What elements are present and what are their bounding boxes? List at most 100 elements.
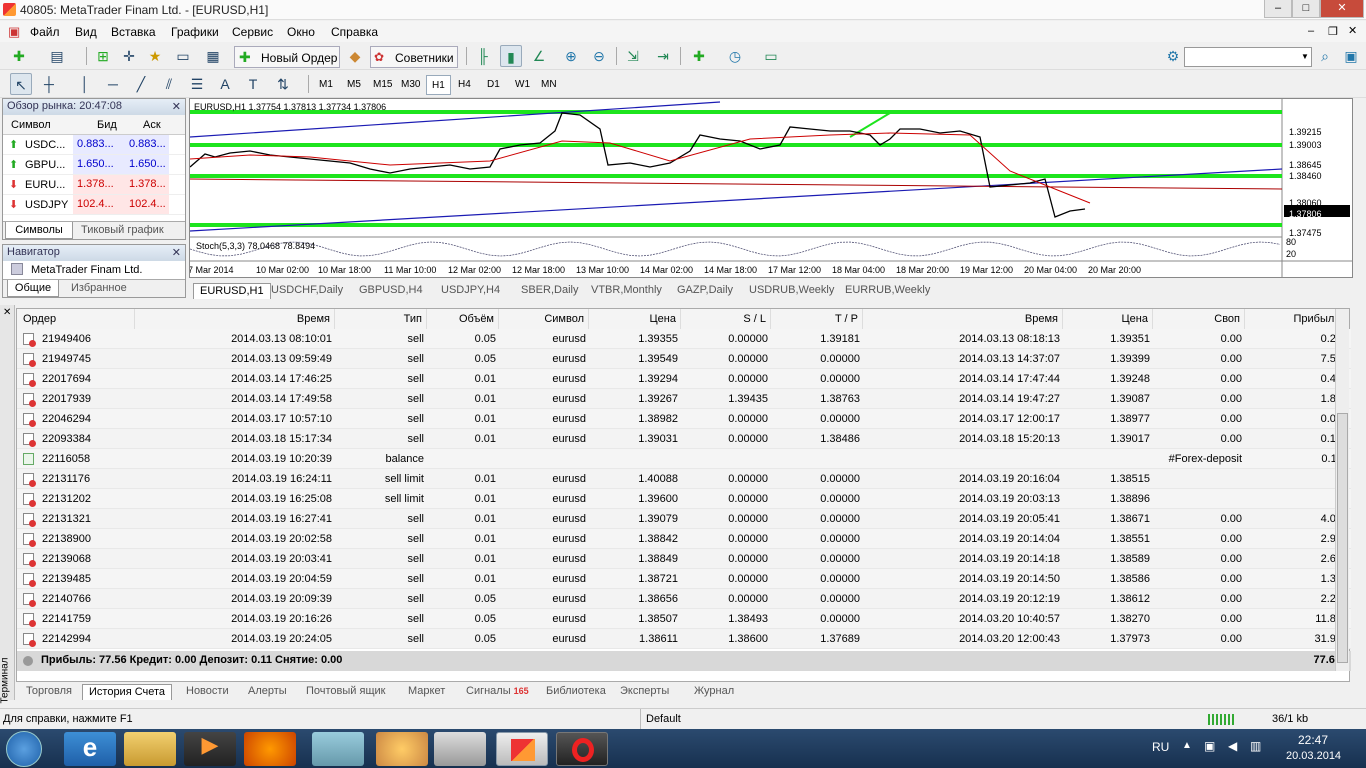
chart-tab[interactable]: USDRUB,Weekly: [743, 283, 840, 299]
terminal-tab[interactable]: Новости: [180, 684, 235, 700]
profiles-icon[interactable]: ▤: [46, 45, 68, 67]
table-row[interactable]: 22138900 2014.03.19 20:02:58 sell 0.01 eurus…: [17, 529, 1351, 549]
firefox-icon[interactable]: [244, 732, 296, 766]
market-watch-row[interactable]: ⬇ EURU... 1.378... 1.378...: [3, 175, 185, 195]
bar-chart-icon[interactable]: ╟: [472, 45, 494, 67]
chart-tab[interactable]: VTBR,Monthly: [585, 283, 668, 299]
zoom-in-icon[interactable]: ⊕: [560, 45, 582, 67]
history-col-header[interactable]: Своп: [1153, 309, 1245, 329]
ie-icon[interactable]: e: [64, 732, 116, 766]
close-icon[interactable]: ✕: [172, 246, 181, 261]
advisors-button[interactable]: ✿ Советники: [370, 46, 458, 68]
indicators-icon[interactable]: ✚: [688, 45, 710, 67]
chart-window[interactable]: 1.39215 1.39003 1.38645 1.38460 1.38060 1.378…: [189, 98, 1353, 278]
fibo-icon[interactable]: ☰: [186, 73, 208, 95]
tf-d1[interactable]: D1: [482, 75, 505, 95]
tester-icon[interactable]: ▦: [202, 45, 224, 67]
tab-general[interactable]: Общие: [7, 280, 59, 297]
chart-tab[interactable]: SBER,Daily: [515, 283, 584, 299]
tf-m30[interactable]: M30: [396, 75, 425, 95]
mdi-minimize[interactable]: –: [1308, 25, 1314, 37]
tab-symbols[interactable]: Символы: [5, 222, 73, 239]
zoom-out-icon[interactable]: ⊖: [588, 45, 610, 67]
table-row[interactable]: 22017939 2014.03.14 17:49:58 sell 0.01 eurus…: [17, 389, 1351, 409]
new-chart-icon[interactable]: ✚: [8, 45, 30, 67]
menu-tools[interactable]: Сервис: [232, 25, 273, 39]
col-bid[interactable]: Бид: [97, 119, 117, 131]
line-chart-icon[interactable]: ∠: [528, 45, 550, 67]
tab-tick-chart[interactable]: Тиковый график: [81, 224, 164, 236]
table-row[interactable]: 22140766 2014.03.19 20:09:39 sell 0.05 eurus…: [17, 589, 1351, 609]
history-col-header[interactable]: Время: [863, 309, 1063, 329]
menu-file[interactable]: Файл: [30, 25, 60, 39]
media-player-icon[interactable]: ▶: [184, 732, 236, 766]
history-col-header[interactable]: Символ: [499, 309, 589, 329]
navigator-icon[interactable]: ★: [144, 45, 166, 67]
market-watch-row[interactable]: ⬇ USDJPY 102.4... 102.4...: [3, 195, 185, 215]
history-col-header[interactable]: Цена: [589, 309, 681, 329]
new-order-button[interactable]: ✚ Новый Ордер: [234, 46, 340, 68]
tf-m5[interactable]: M5: [342, 75, 366, 95]
tray-volume-icon[interactable]: ◀: [1228, 739, 1237, 753]
chart-tab[interactable]: GBPUSD,H4: [353, 283, 429, 299]
chart-tab[interactable]: USDCHF,Daily: [265, 283, 349, 299]
paint-icon[interactable]: [376, 732, 428, 766]
tray-device-icon[interactable]: ▣: [1204, 739, 1215, 753]
terminal-tab[interactable]: Журнал: [688, 684, 740, 700]
trendline-icon[interactable]: ╱: [130, 73, 152, 95]
autoscroll-icon[interactable]: ⇲: [622, 45, 644, 67]
minimize-button[interactable]: –: [1264, 0, 1292, 18]
cursor-icon[interactable]: ↖: [10, 73, 32, 95]
table-row[interactable]: 22093384 2014.03.18 15:17:34 sell 0.01 eurus…: [17, 429, 1351, 449]
history-col-header[interactable]: Ордер: [17, 309, 135, 329]
history-col-header[interactable]: T / P: [771, 309, 863, 329]
data-window-icon[interactable]: ✛: [118, 45, 140, 67]
market-watch-row[interactable]: ⬆ USDC... 0.883... 0.883...: [3, 135, 185, 155]
terminal-tab[interactable]: Библиотека: [540, 684, 612, 700]
table-row[interactable]: 22116058 2014.03.19 10:20:39 balance #Forex…: [17, 449, 1351, 469]
channel-icon[interactable]: ⫽: [158, 73, 180, 95]
table-row[interactable]: 22141759 2014.03.19 20:16:26 sell 0.05 eurus…: [17, 609, 1351, 629]
terminal-tab[interactable]: История Счета: [82, 684, 173, 700]
terminal-tab[interactable]: Сигналы 165: [460, 684, 535, 700]
close-icon[interactable]: ✕: [3, 307, 11, 318]
table-row[interactable]: 22142994 2014.03.19 20:24:05 sell 0.05 eurus…: [17, 629, 1351, 649]
table-row[interactable]: 22017694 2014.03.14 17:46:25 sell 0.01 eurus…: [17, 369, 1351, 389]
scrollbar-thumb[interactable]: [1337, 413, 1348, 663]
chart-tab[interactable]: EURRUB,Weekly: [839, 283, 936, 299]
chevron-down-icon[interactable]: ▼: [1298, 47, 1312, 67]
close-icon[interactable]: ✕: [172, 100, 181, 115]
menu-help[interactable]: Справка: [331, 25, 378, 39]
search-icon[interactable]: ⌕: [1314, 45, 1336, 67]
horizontal-line-icon[interactable]: ─: [102, 73, 124, 95]
arrows-icon[interactable]: ⇅: [272, 73, 294, 95]
table-row[interactable]: 21949406 2014.03.13 08:10:01 sell 0.05 eurus…: [17, 329, 1351, 349]
terminal-icon[interactable]: ▭: [172, 45, 194, 67]
clock-date[interactable]: 20.03.2014: [1286, 750, 1341, 762]
terminal-tab[interactable]: Маркет: [402, 684, 451, 700]
history-col-header[interactable]: Цена: [1063, 309, 1153, 329]
table-row[interactable]: 22131176 2014.03.19 16:24:11 sell limit 0.0…: [17, 469, 1351, 489]
col-ask[interactable]: Аск: [143, 119, 161, 131]
market-watch-icon[interactable]: ⊞: [92, 45, 114, 67]
search-input[interactable]: [1184, 47, 1312, 67]
tray-arrow-icon[interactable]: ▲: [1182, 740, 1192, 751]
calculator-icon[interactable]: [434, 732, 486, 766]
tray-network-icon[interactable]: ▥: [1250, 739, 1261, 753]
chart-tab[interactable]: USDJPY,H4: [435, 283, 506, 299]
settings-icon[interactable]: ⚙: [1162, 45, 1184, 67]
table-row[interactable]: 21949745 2014.03.13 09:59:49 sell 0.05 eurus…: [17, 349, 1351, 369]
chart-shift-icon[interactable]: ⇥: [652, 45, 674, 67]
metatrader-icon[interactable]: [496, 732, 548, 766]
menu-charts[interactable]: Графики: [171, 25, 219, 39]
terminal-tab[interactable]: Эксперты: [614, 684, 675, 700]
tf-h1[interactable]: H1: [426, 75, 451, 95]
label-icon[interactable]: T: [242, 73, 264, 95]
table-row[interactable]: 22131202 2014.03.19 16:25:08 sell limit 0.0…: [17, 489, 1351, 509]
community-icon[interactable]: ▣: [1340, 45, 1362, 67]
terminal-tab[interactable]: Алерты: [242, 684, 293, 700]
menu-window[interactable]: Окно: [287, 25, 315, 39]
tf-m1[interactable]: M1: [314, 75, 338, 95]
mdi-close[interactable]: ✕: [1348, 24, 1357, 37]
history-col-header[interactable]: S / L: [681, 309, 771, 329]
